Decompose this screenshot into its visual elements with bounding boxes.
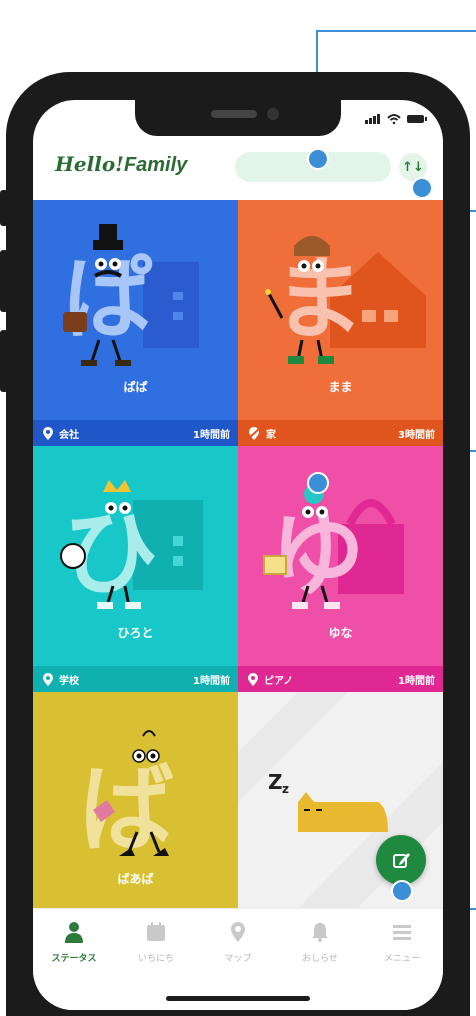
speaker — [211, 110, 257, 118]
tile-location-label: 会社 — [59, 429, 79, 441]
hiroto-illustration: ひ — [60, 480, 203, 609]
tile-name: まま — [328, 380, 353, 394]
family-tile-baaba[interactable]: ば ばあば — [33, 692, 238, 908]
callout-dot-search — [307, 148, 329, 170]
phone-side-button — [0, 190, 8, 226]
family-tile-hiroto[interactable]: ひ ひろと 学校 1時間前 — [33, 446, 238, 692]
front-camera — [267, 108, 279, 120]
yuna-illustration: ゆ — [263, 484, 404, 609]
tab-daily[interactable]: いちにち — [115, 921, 197, 964]
battery-icon — [407, 115, 427, 123]
tab-menu[interactable]: メニュー — [361, 921, 443, 964]
tile-location: 学校 — [33, 672, 193, 687]
tile-name: ひろと — [117, 626, 154, 640]
tile-info-bar: 家 3時間前 — [238, 420, 443, 446]
tab-label: いちにち — [137, 954, 174, 964]
tile-time: 3時間前 — [398, 429, 435, 441]
baaba-illustration: ば — [79, 730, 174, 865]
logo-hello: Hello! — [55, 152, 124, 176]
tab-map[interactable]: マップ — [197, 921, 279, 964]
menu-icon — [393, 925, 411, 940]
tab-notifications[interactable]: おしらせ — [279, 921, 361, 964]
tile-time: 1時間前 — [193, 675, 230, 687]
tile-info-bar: ピアノ 1時間前 — [238, 666, 443, 692]
app-logo: Hello!Family — [55, 152, 187, 177]
family-tile-mama[interactable]: ま まま 家 3時間前 — [238, 200, 443, 446]
phone-notch — [135, 100, 341, 136]
svg-text:ぱ: ぱ — [63, 247, 153, 352]
person-icon — [65, 922, 83, 943]
map-pin-icon — [231, 922, 245, 942]
calendar-icon — [147, 922, 165, 941]
pin-off-icon — [248, 426, 260, 440]
tile-time: 1時間前 — [398, 675, 435, 687]
home-indicator — [166, 996, 310, 1001]
compose-fab[interactable] — [376, 835, 426, 885]
tile-name: ぱぱ — [123, 380, 148, 394]
sleep-z-large: Z — [268, 770, 283, 794]
app-screen: Hello!Family ↑↓ ぱ ぱぱ 会社 1時間前 ま まま 家 3時間前… — [33, 100, 443, 1010]
family-tile-yuna[interactable]: ゆ ゆな ピアノ 1時間前 — [238, 446, 443, 692]
family-grid: ぱ ぱぱ 会社 1時間前 ま まま 家 3時間前 ひ ひろと 学校 1時間前 ゆ… — [33, 200, 443, 908]
tile-name: ゆな — [328, 626, 353, 640]
sort-icon: ↑↓ — [402, 159, 424, 175]
tab-label: ステータス — [51, 954, 97, 964]
tile-location: ピアノ — [238, 672, 398, 687]
signal-icon — [365, 114, 380, 124]
callout-dot-sort — [411, 177, 433, 199]
wifi-icon — [387, 114, 401, 124]
edit-icon — [393, 853, 410, 868]
pin-icon — [248, 672, 258, 686]
tile-location: 会社 — [33, 426, 193, 441]
bell-icon — [312, 923, 328, 942]
tab-status[interactable]: ステータス — [33, 921, 115, 964]
bottom-tab-bar: ステータス いちにち マップ おしらせ メニュー — [33, 908, 443, 1010]
tab-label: おしらせ — [302, 954, 338, 964]
tile-location-label: 学校 — [59, 675, 79, 687]
mama-illustration: ま — [265, 236, 426, 364]
tab-label: メニュー — [383, 954, 420, 964]
callout-dot-fab — [391, 880, 413, 902]
tile-info-bar: 学校 1時間前 — [33, 666, 238, 692]
callout-line-search-top — [316, 30, 476, 32]
app-header: Hello!Family ↑↓ — [33, 136, 443, 200]
tile-location-label: ピアノ — [264, 675, 294, 687]
sleep-z-small: z — [282, 782, 289, 796]
tab-label: マップ — [224, 954, 252, 964]
pin-icon — [43, 672, 53, 686]
tile-location-label: 家 — [266, 429, 276, 441]
callout-dot-tile — [307, 472, 329, 494]
status-bar — [365, 114, 427, 124]
tile-location: 家 — [238, 426, 398, 441]
pin-icon — [43, 426, 53, 440]
phone-volume-down — [0, 330, 8, 392]
tile-time: 1時間前 — [193, 429, 230, 441]
tile-name: ばあば — [117, 872, 154, 886]
phone-volume-up — [0, 250, 8, 312]
logo-family: Family — [123, 154, 188, 176]
papa-illustration: ぱ — [63, 224, 199, 366]
family-tile-papa[interactable]: ぱ ぱぱ 会社 1時間前 — [33, 200, 238, 446]
tile-info-bar: 会社 1時間前 — [33, 420, 238, 446]
